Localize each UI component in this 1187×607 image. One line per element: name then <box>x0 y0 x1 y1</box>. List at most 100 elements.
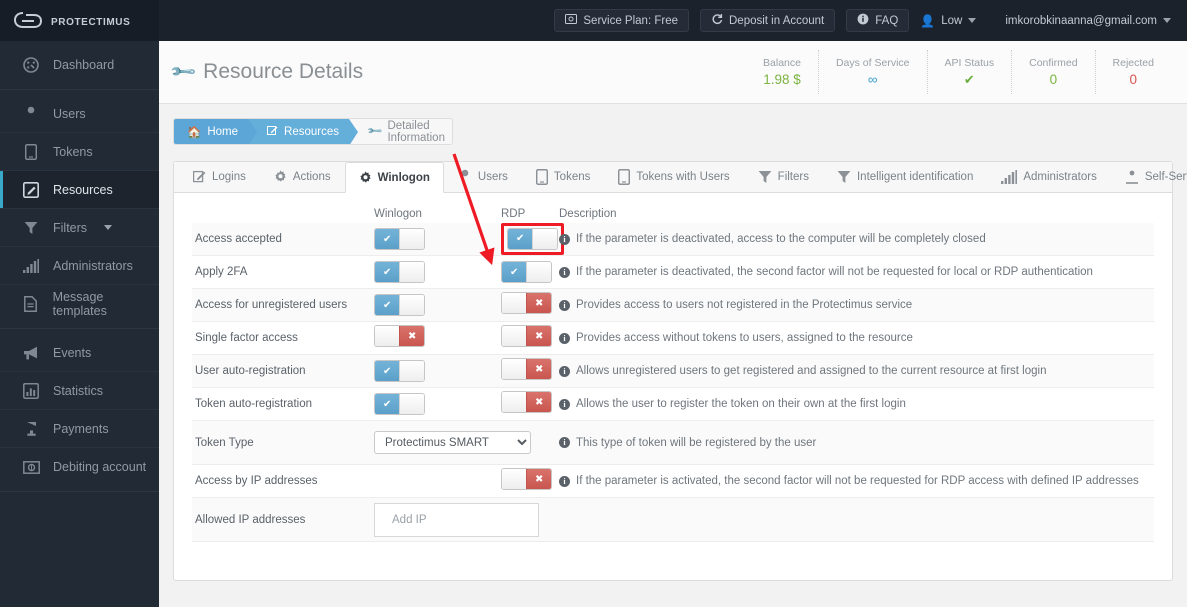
tab-users[interactable]: Users <box>444 161 522 192</box>
brand-logo-area[interactable]: protectimus <box>0 0 159 41</box>
add-ip-input[interactable]: Add IP <box>374 502 539 537</box>
row-name: User auto-registration <box>195 365 306 377</box>
sidebar-item-debiting-account[interactable]: Debiting account <box>0 448 159 486</box>
rdp-toggle-cell: ✖ <box>501 468 559 494</box>
toggle-switch-off[interactable]: ✖ <box>374 325 425 347</box>
sidebar-item-label: Payments <box>53 421 109 436</box>
user-icon <box>458 169 472 184</box>
gear-icon <box>274 170 287 183</box>
toggle-switch-on[interactable]: ✔ <box>374 261 425 283</box>
tab-self-service[interactable]: Self-Service <box>1111 161 1187 192</box>
tab-filters[interactable]: Filters <box>744 161 823 192</box>
toggle-knob <box>526 262 551 282</box>
rdp-toggle-cell: ✖ <box>501 391 559 417</box>
page-header: 🔧 Resource Details Balance 1.98 $ Days of … <box>159 41 1187 104</box>
toggle-knob <box>502 326 527 346</box>
row-name: Token Type <box>195 436 254 449</box>
toggle-switch-on[interactable]: ✔ <box>507 228 558 250</box>
filter-icon <box>758 170 772 184</box>
row-description: Provides access to users not registered … <box>576 299 913 311</box>
sidebar-item-label: Tokens <box>53 144 93 159</box>
tab-tokens-with-users[interactable]: Tokens with Users <box>604 161 743 192</box>
check-icon: ✔ <box>508 229 533 249</box>
cross-icon: ✖ <box>526 359 551 379</box>
row-description: Allows unregistered users to get registe… <box>576 365 1047 377</box>
toggle-switch-off[interactable]: ✖ <box>501 292 552 314</box>
balance-level-menu[interactable]: 👤 Low <box>920 15 977 27</box>
account-menu[interactable]: imkorobkinaanna@gmail.com <box>1005 15 1171 27</box>
sidebar-item-label: Users <box>53 106 86 121</box>
megaphone-icon <box>22 346 40 360</box>
tab-actions[interactable]: Actions <box>260 161 345 192</box>
toggle-switch-off[interactable]: ✖ <box>501 468 552 490</box>
tab-label: Tokens <box>553 170 591 183</box>
sidebar-item-payments[interactable]: Payments <box>0 410 159 448</box>
row-name: Apply 2FA <box>195 266 248 278</box>
chevron-down-icon <box>1163 18 1171 23</box>
dashboard-icon <box>22 57 40 73</box>
toggle-knob <box>502 392 527 412</box>
tab-label: Logins <box>212 170 246 183</box>
stat-balance: Balance 1.98 $ <box>746 50 818 94</box>
token-icon <box>618 168 631 185</box>
stat-value: ∞ <box>867 72 878 87</box>
tab-tokens[interactable]: Tokens <box>522 161 604 192</box>
sidebar-item-tokens[interactable]: Tokens <box>0 133 159 171</box>
toggle-switch-off[interactable]: ✖ <box>501 358 552 380</box>
info-icon: i <box>559 475 570 487</box>
sidebar-item-administrators[interactable]: Administrators <box>0 247 159 285</box>
row-description-cell: i If the parameter is activated, the seco… <box>559 475 1154 487</box>
token-type-select[interactable]: Protectimus SMART <box>374 431 531 454</box>
stat-value: 0 <box>1129 72 1138 87</box>
breadcrumb-item-resources[interactable]: Resources <box>248 119 358 144</box>
row-description: Provides access without tokens to users,… <box>576 332 913 344</box>
tab-logins[interactable]: Logins <box>179 161 260 192</box>
toggle-switch-on[interactable]: ✔ <box>374 294 425 316</box>
winlogon-toggle-cell: ✖ <box>374 325 501 351</box>
main-content: 🔧 Resource Details Balance 1.98 $ Days of … <box>159 41 1187 607</box>
sidebar-item-statistics[interactable]: Statistics <box>0 372 159 410</box>
info-icon: i <box>559 398 570 410</box>
tab-bar: Logins Actions Winlogon Users Tokens Tokens w… <box>174 161 1187 193</box>
toggle-switch-on[interactable]: ✔ <box>374 360 425 382</box>
winlogon-panel: Logins Actions Winlogon Users Tokens Tokens w… <box>173 161 1187 581</box>
row-description-cell: i If the parameter is deactivated, the se… <box>559 266 1154 278</box>
home-icon: 🏠 <box>187 126 202 139</box>
toggle-switch-on[interactable]: ✔ <box>501 261 552 283</box>
faq-button[interactable]: FAQ <box>846 9 910 32</box>
cross-icon: ✖ <box>526 293 551 313</box>
top-bar: protectimus Service Plan: Free Deposit i… <box>0 0 1187 41</box>
toggle-switch-off[interactable]: ✖ <box>501 391 552 413</box>
deposit-button[interactable]: Deposit in Account <box>700 9 836 32</box>
sidebar-item-users[interactable]: Users <box>0 95 159 133</box>
sidebar-item-events[interactable]: Events <box>0 334 159 372</box>
sidebar-item-resources[interactable]: Resources <box>0 171 159 209</box>
tab-administrators[interactable]: Administrators <box>987 161 1111 192</box>
service-plan-button[interactable]: Service Plan: Free <box>554 9 689 32</box>
tab-intelligent-identification[interactable]: Intelligent identification <box>823 161 987 192</box>
token-icon <box>22 143 40 160</box>
info-icon: i <box>559 233 570 245</box>
protectimus-cloud-logo-icon <box>13 10 44 32</box>
token-type-select-cell: Protectimus SMART <box>374 431 559 454</box>
rdp-toggle-cell: ✖ <box>501 292 559 318</box>
winlogon-toggle-cell: ✔ <box>374 294 501 316</box>
sidebar-item-filters[interactable]: Filters <box>0 209 159 247</box>
toggle-knob <box>502 293 527 313</box>
breadcrumb-item-home[interactable]: 🏠 Home <box>174 119 258 144</box>
check-icon: ✔ <box>502 262 527 282</box>
resources-edit-icon <box>22 181 40 198</box>
stat-rejected: Rejected 0 <box>1094 50 1171 94</box>
sidebar-item-label: Filters <box>53 220 88 235</box>
tab-label: Administrators <box>1023 170 1097 183</box>
toggle-switch-on[interactable]: ✔ <box>374 393 425 415</box>
tab-winlogon[interactable]: Winlogon <box>344 162 444 193</box>
table-header-row: Winlogon RDP Description <box>192 193 1154 223</box>
sidebar-item-dashboard[interactable]: Dashboard <box>0 46 159 84</box>
document-icon <box>22 296 40 312</box>
toggle-switch-on[interactable]: ✔ <box>374 228 425 250</box>
table-row: Token Type Protectimus SMART i This type of… <box>192 421 1154 465</box>
tab-label: Intelligent identification <box>856 170 974 183</box>
toggle-switch-off[interactable]: ✖ <box>501 325 552 347</box>
sidebar-item-message-templates[interactable]: Message templates <box>0 285 159 323</box>
